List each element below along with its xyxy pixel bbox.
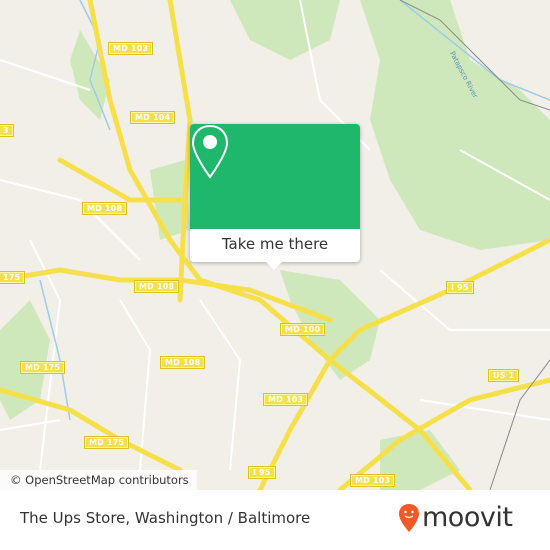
popup-pointer xyxy=(266,262,282,270)
attribution[interactable]: © OpenStreetMap contributors xyxy=(0,470,197,490)
road-label: MD 175 xyxy=(20,361,66,374)
road-label: MD 175 xyxy=(84,436,130,449)
moovit-logo[interactable]: moovit xyxy=(398,502,513,533)
road-label: MD 108 xyxy=(160,356,206,369)
place-title: The Ups Store, Washington / Baltimore xyxy=(20,509,311,527)
road-label: MD 108 xyxy=(134,280,180,293)
brand-name: moovit xyxy=(422,502,513,533)
road-label: MD 104 xyxy=(130,111,176,124)
road-label: 3 xyxy=(0,124,14,137)
map-pin-icon xyxy=(191,124,229,179)
road-label: MD 108 xyxy=(82,202,128,215)
road-label: MD 100 xyxy=(280,323,326,336)
moovit-pin-icon xyxy=(399,503,419,532)
take-me-there-button[interactable]: Take me there xyxy=(190,229,360,262)
road-label: 175 xyxy=(0,271,26,284)
road-label: US 1 xyxy=(488,369,520,382)
location-popup: Take me there xyxy=(190,124,360,270)
road-label: MD 103 xyxy=(263,393,309,406)
map[interactable]: MD 103 MD 104 3 MD 108 175 MD 108 MD 108… xyxy=(0,0,550,490)
road-label: MD 103 xyxy=(108,42,154,55)
popup-header xyxy=(190,124,360,229)
road-label: I 95 xyxy=(446,281,474,294)
road-label: MD 103 xyxy=(350,474,396,487)
road-label: I 95 xyxy=(248,466,276,479)
